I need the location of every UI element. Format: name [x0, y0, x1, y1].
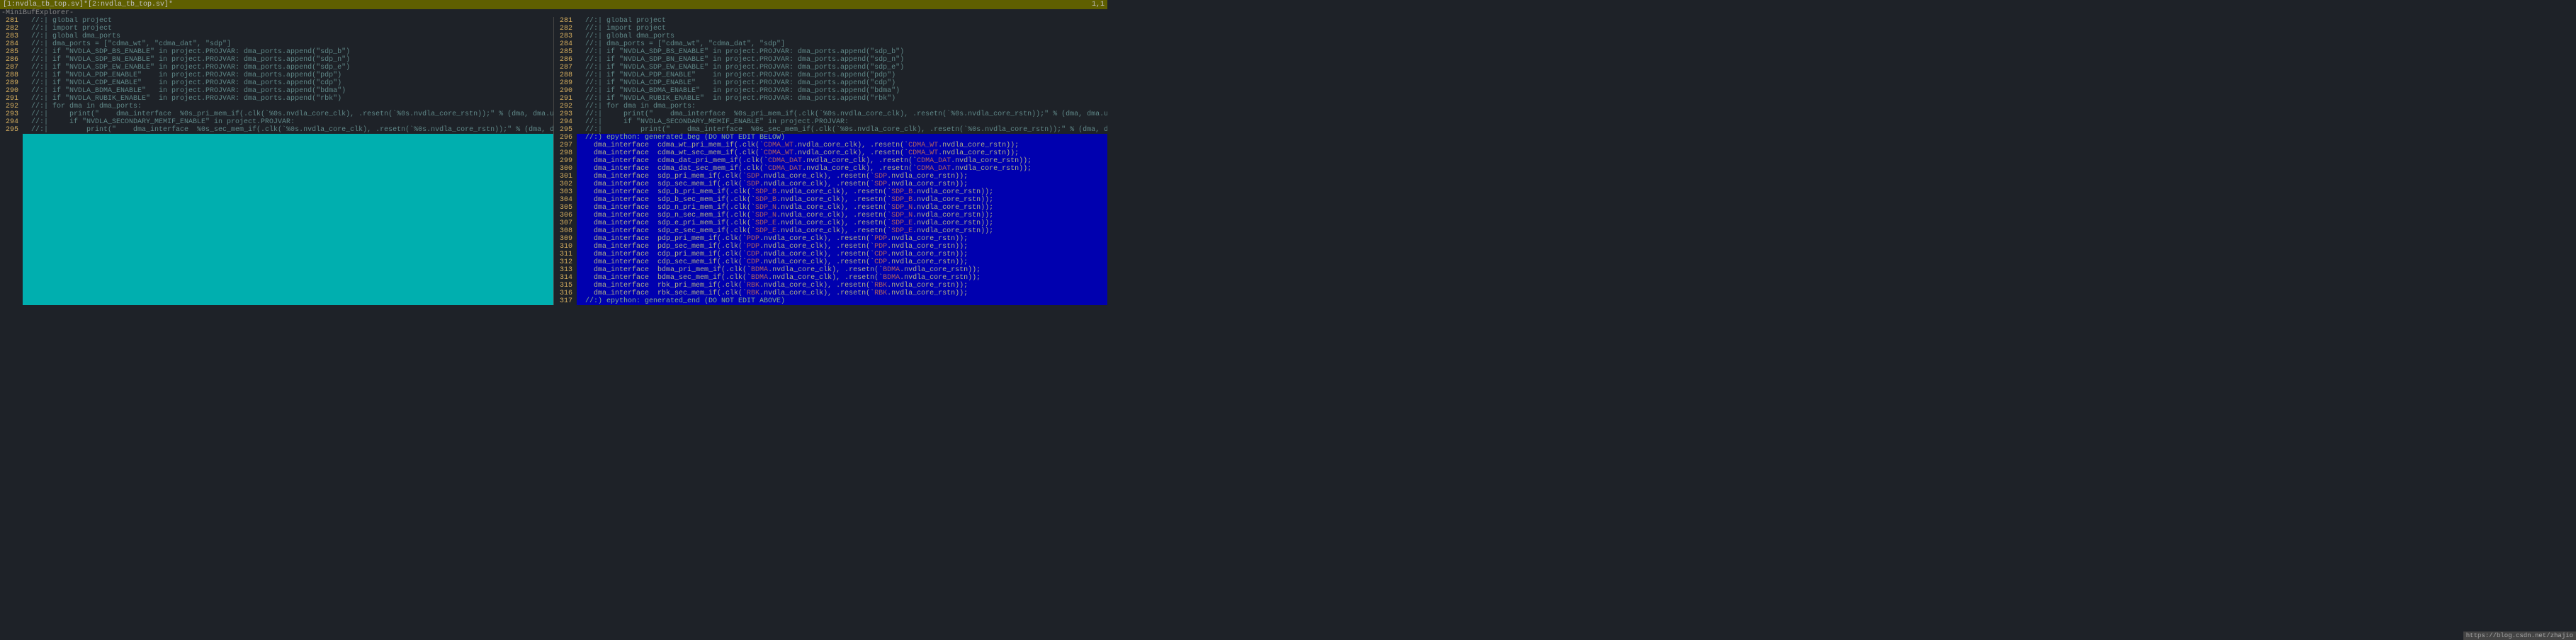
- right-gutter: 2812822832842852862872882892902912922932…: [554, 17, 577, 305]
- right-code[interactable]: //:| global project //:| import project …: [577, 17, 1107, 305]
- watermark: https://blog.csdn.net/zhajio: [2463, 632, 2576, 640]
- buffer-list: [1:nvdla_tb_top.sv]*[2:nvdla_tb_top.sv]*: [3, 1, 173, 8]
- left-gutter: 2812822832842852862872882892902912922932…: [0, 17, 23, 305]
- left-pane[interactable]: 2812822832842852862872882892902912922932…: [0, 17, 553, 305]
- right-pane[interactable]: 2812822832842852862872882892902912922932…: [554, 17, 1107, 305]
- left-code[interactable]: //:| global project //:| import project …: [23, 17, 553, 305]
- cursor-pos: 1,1: [1092, 1, 1105, 8]
- title-bar: [1:nvdla_tb_top.sv]*[2:nvdla_tb_top.sv]*…: [0, 0, 1107, 9]
- editor-split: 2812822832842852862872882892902912922932…: [0, 17, 1107, 305]
- minibuf-explorer: -MiniBufExplorer-: [0, 9, 1107, 17]
